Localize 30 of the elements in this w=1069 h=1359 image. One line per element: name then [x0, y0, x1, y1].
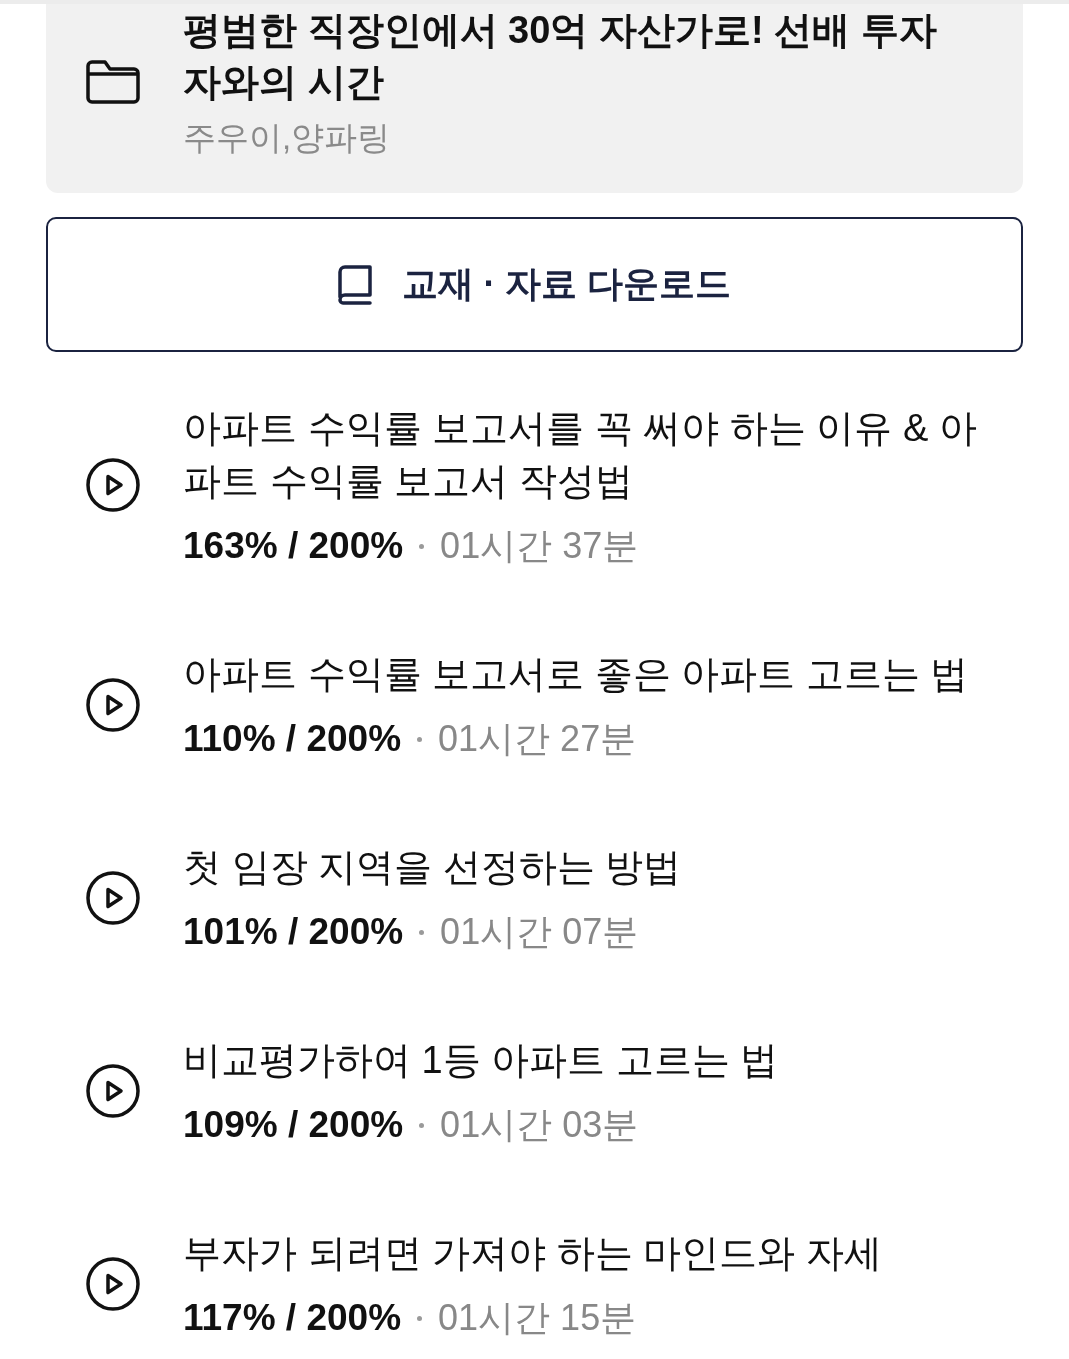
- play-icon[interactable]: [86, 458, 140, 512]
- lesson-title[interactable]: 첫 임장 지역을 선정하는 방법: [183, 841, 998, 894]
- separator-dot-icon: [417, 736, 423, 742]
- lesson-title[interactable]: 부자가 되려면 가져야 하는 마인드와 자세: [183, 1227, 998, 1280]
- play-icon[interactable]: [86, 1063, 140, 1118]
- progress-text: 110% / 200%: [183, 718, 402, 760]
- progress-text: 101% / 200%: [183, 911, 404, 953]
- book-icon: [337, 264, 372, 305]
- duration-text: 01시간 27분: [438, 716, 637, 761]
- play-icon[interactable]: [86, 677, 140, 732]
- separator-dot-icon: [419, 929, 425, 935]
- duration-text: 01시간 07분: [440, 909, 639, 954]
- instructor-names: 주우이,양파링: [183, 118, 392, 158]
- duration-text: 01시간 03분: [440, 1102, 639, 1147]
- play-icon[interactable]: [86, 1256, 140, 1311]
- separator-dot-icon: [417, 1315, 423, 1321]
- separator-dot-icon: [419, 1122, 425, 1128]
- play-icon[interactable]: [86, 870, 140, 925]
- progress-text: 163% / 200%: [183, 525, 404, 567]
- progress-text: 109% / 200%: [183, 1104, 404, 1146]
- duration-text: 01시간 37분: [440, 523, 639, 568]
- separator-dot-icon: [419, 543, 425, 549]
- lesson-title[interactable]: 아파트 수익률 보고서를 꼭 써야 하는 이유 & 아파트 수익률 보고서 작성법: [183, 402, 998, 508]
- folder-icon: [86, 60, 140, 104]
- lesson-title[interactable]: 비교평가하여 1등 아파트 고르는 법: [183, 1034, 998, 1087]
- course-title: 평범한 직장인에서 30억 자산가로! 선배 투자자와의 시간: [183, 8, 938, 105]
- lesson-title[interactable]: 아파트 수익률 보고서로 좋은 아파트 고르는 법: [183, 648, 998, 701]
- download-button[interactable]: 교재 · 자료 다운로드: [46, 217, 1023, 352]
- progress-text: 117% / 200%: [183, 1297, 402, 1339]
- duration-text: 01시간 15분: [438, 1295, 637, 1340]
